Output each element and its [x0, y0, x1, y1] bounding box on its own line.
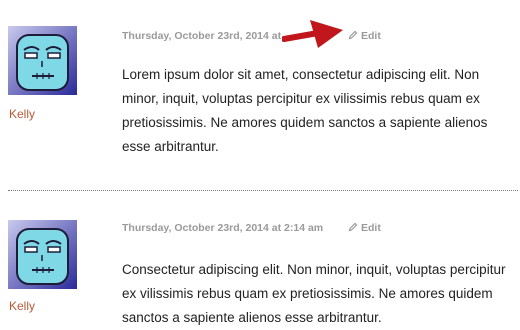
red-arrow-icon — [282, 20, 343, 48]
avatar — [8, 26, 77, 95]
robot-face-avatar-icon — [8, 220, 77, 289]
comment-date-link[interactable]: Thursday, October 23rd, 2014 at — [122, 30, 281, 42]
comment-meta: Thursday, October 23rd, 2014 at — [122, 30, 281, 42]
pencil-icon — [348, 222, 358, 232]
robot-face-avatar-icon — [8, 26, 77, 95]
comment-text: Consectetur adipiscing elit. Non minor, … — [122, 262, 506, 325]
pencil-icon — [348, 30, 358, 40]
edit-link[interactable]: Edit — [348, 30, 381, 42]
comment-author-link[interactable]: Kelly — [9, 299, 35, 313]
comment-author-link[interactable]: Kelly — [9, 107, 35, 121]
avatar — [8, 220, 77, 289]
comment-item: Kelly Thursday, October 23rd, 2014 at 2:… — [0, 192, 520, 325]
edit-label: Edit — [361, 30, 381, 42]
comment-text: Lorem ipsum dolor sit amet, consectetur … — [122, 67, 488, 154]
comment-item: Kelly Thursday, October 23rd, 2014 at Ed… — [0, 0, 520, 190]
comment-date-link[interactable]: Thursday, October 23rd, 2014 at 2:14 am — [122, 222, 323, 234]
edit-label: Edit — [361, 222, 381, 234]
comment-divider — [8, 190, 518, 191]
comment-meta: Thursday, October 23rd, 2014 at 2:14 am — [122, 222, 323, 234]
edit-link[interactable]: Edit — [348, 222, 381, 234]
